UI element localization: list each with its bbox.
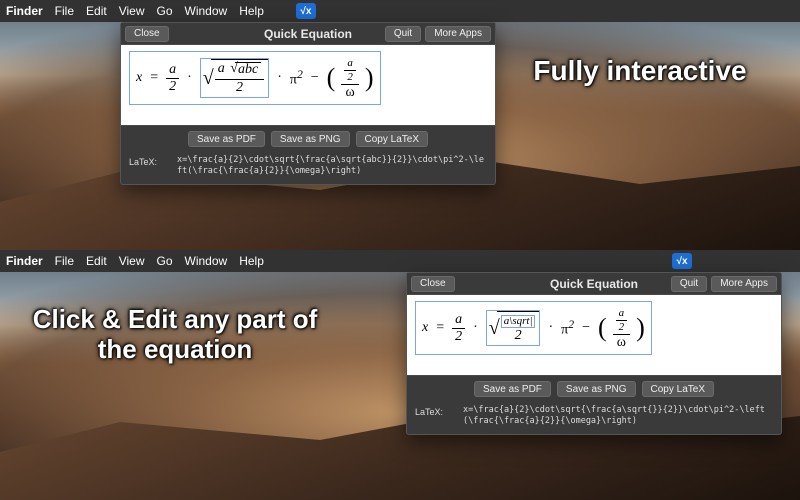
eq-outer-sqrt[interactable]: √ a √ abc 2 [200, 58, 269, 98]
minus-sign: − [580, 320, 592, 336]
panel-actions: Save as PDF Save as PNG Copy LaTeX [407, 375, 781, 401]
minus-sign: − [309, 70, 321, 86]
quick-equation-panel: Close Quick Equation Quit More Apps x = … [406, 272, 782, 435]
menu-view[interactable]: View [119, 254, 145, 268]
menu-edit[interactable]: Edit [86, 254, 107, 268]
equals-sign: = [434, 320, 446, 336]
save-png-button[interactable]: Save as PNG [271, 131, 350, 147]
eq-pi-squared[interactable]: π2 [290, 68, 303, 89]
menu-help[interactable]: Help [239, 254, 264, 268]
quick-equation-menubar-icon[interactable]: √x [296, 3, 316, 19]
equals-sign: = [148, 70, 160, 86]
quit-button[interactable]: Quit [385, 26, 421, 42]
save-pdf-button[interactable]: Save as PDF [474, 381, 551, 397]
equation-root-box[interactable]: x = a 2 · √ a\sqrt| 2 · [415, 301, 652, 355]
menu-file[interactable]: File [55, 4, 74, 18]
eq-lhs[interactable]: x [422, 320, 428, 336]
eq-outer-sqrt[interactable]: √ a\sqrt| 2 [486, 310, 541, 346]
save-png-button[interactable]: Save as PNG [557, 381, 636, 397]
eq-frac-a-over-2[interactable]: a 2 [452, 313, 465, 344]
promo-tagline: Fully interactive [530, 55, 750, 87]
left-paren-icon: ( [327, 68, 336, 89]
menubar: Finder File Edit View Go Window Help √x [0, 250, 800, 272]
promo-tagline: Click & Edit any part of the equation [30, 305, 320, 365]
latex-output-row: LaTeX: x=\frac{a}{2}\cdot\sqrt{\frac{a\s… [407, 401, 781, 434]
top-scene: Finder File Edit View Go Window Help √x … [0, 0, 800, 250]
dot-operator-icon: · [471, 320, 480, 336]
latex-output[interactable]: x=\frac{a}{2}\cdot\sqrt{\frac{a\sqrt{abc… [177, 155, 487, 176]
save-pdf-button[interactable]: Save as PDF [188, 131, 265, 147]
dot-operator-icon: · [546, 320, 555, 336]
menubar-app[interactable]: Finder [6, 254, 43, 268]
more-apps-button[interactable]: More Apps [711, 276, 777, 292]
menu-window[interactable]: Window [185, 4, 228, 18]
menu-edit[interactable]: Edit [86, 4, 107, 18]
more-apps-button[interactable]: More Apps [425, 26, 491, 42]
latex-output[interactable]: x=\frac{a}{2}\cdot\sqrt{\frac{a\sqrt{}}{… [463, 405, 773, 426]
eq-sqrt-frac[interactable]: a √ abc 2 [215, 62, 264, 95]
menu-help[interactable]: Help [239, 4, 264, 18]
menu-go[interactable]: Go [157, 254, 173, 268]
latex-label: LaTeX: [415, 405, 455, 417]
panel-header: Close Quick Equation Quit More Apps [121, 23, 495, 45]
latex-output-row: LaTeX: x=\frac{a}{2}\cdot\sqrt{\frac{a\s… [121, 151, 495, 184]
eq-lhs[interactable]: x [136, 70, 142, 86]
equation-editor[interactable]: x = a 2 · √ a\sqrt| 2 · [407, 295, 781, 375]
quick-equation-menubar-icon[interactable]: √x [672, 253, 692, 269]
eq-pi-squared[interactable]: π2 [561, 318, 574, 339]
menubar: Finder File Edit View Go Window Help √x [0, 0, 800, 22]
menu-go[interactable]: Go [157, 4, 173, 18]
eq-nested-frac[interactable]: a 2 ω [341, 56, 359, 100]
menu-window[interactable]: Window [185, 254, 228, 268]
dot-operator-icon: · [185, 70, 194, 86]
copy-latex-button[interactable]: Copy LaTeX [356, 131, 428, 147]
eq-nested-frac[interactable]: a 2 ω [613, 306, 631, 350]
equation-editor[interactable]: x = a 2 · √ a √ abc [121, 45, 495, 125]
right-paren-icon: ) [636, 318, 645, 339]
dot-operator-icon: · [275, 70, 284, 86]
quick-equation-panel: Close Quick Equation Quit More Apps x = … [120, 22, 496, 185]
bottom-scene: Finder File Edit View Go Window Help √x … [0, 250, 800, 500]
equation-root-box[interactable]: x = a 2 · √ a √ abc [129, 51, 381, 105]
right-paren-icon: ) [365, 68, 374, 89]
eq-frac-a-over-2[interactable]: a 2 [166, 63, 179, 94]
close-button[interactable]: Close [125, 26, 169, 42]
panel-header: Close Quick Equation Quit More Apps [407, 273, 781, 295]
menubar-app[interactable]: Finder [6, 4, 43, 18]
quit-button[interactable]: Quit [671, 276, 707, 292]
close-button[interactable]: Close [411, 276, 455, 292]
eq-inner-sqrt[interactable]: √ abc [228, 62, 261, 78]
menu-file[interactable]: File [55, 254, 74, 268]
latex-label: LaTeX: [129, 155, 169, 167]
copy-latex-button[interactable]: Copy LaTeX [642, 381, 714, 397]
eq-sqrt-frac[interactable]: a\sqrt| 2 [501, 315, 536, 343]
left-paren-icon: ( [598, 318, 607, 339]
menu-view[interactable]: View [119, 4, 145, 18]
panel-actions: Save as PDF Save as PNG Copy LaTeX [121, 125, 495, 151]
eq-editing-token[interactable]: a\sqrt| [501, 315, 536, 328]
